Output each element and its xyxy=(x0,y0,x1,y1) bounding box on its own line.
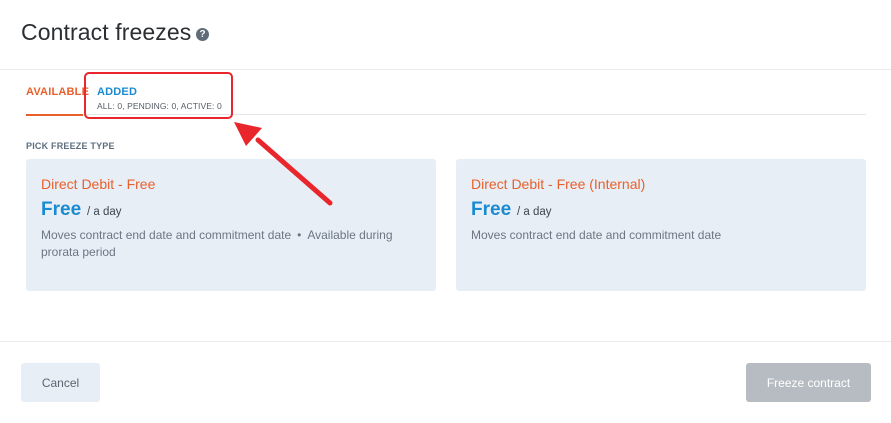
tab-available[interactable]: AVAILABLE xyxy=(26,70,90,116)
card-description-main: Moves contract end date and commitment d… xyxy=(471,228,722,242)
card-description: Moves contract end date and commitment d… xyxy=(471,227,851,244)
card-price-unit: / a day xyxy=(87,206,122,218)
modal-footer: Cancel Freeze contract xyxy=(0,341,891,423)
card-description: Moves contract end date and commitment d… xyxy=(41,227,421,261)
help-icon[interactable]: ? xyxy=(196,28,209,41)
arrow-head xyxy=(234,122,262,146)
freeze-type-card[interactable]: Direct Debit - Free Free / a day Moves c… xyxy=(26,159,436,291)
card-title: Direct Debit - Free (Internal) xyxy=(471,176,646,192)
card-price: Free xyxy=(41,199,82,220)
section-label: PICK FREEZE TYPE xyxy=(26,141,115,151)
page-title: Contract freezes xyxy=(21,19,192,45)
bullet-separator: • xyxy=(297,228,302,242)
active-tab-indicator xyxy=(26,114,83,116)
modal-header: Contract freezes ? xyxy=(0,0,891,70)
freeze-contract-button[interactable]: Freeze contract xyxy=(746,363,871,402)
card-price-unit: / a day xyxy=(517,206,552,218)
annotation-highlight-box xyxy=(84,72,233,119)
card-title: Direct Debit - Free xyxy=(41,176,156,192)
card-description-main: Moves contract end date and commitment d… xyxy=(41,228,292,242)
tab-available-label: AVAILABLE xyxy=(26,86,90,98)
freeze-type-card[interactable]: Direct Debit - Free (Internal) Free / a … xyxy=(456,159,866,291)
card-price: Free xyxy=(471,199,512,220)
cancel-button[interactable]: Cancel xyxy=(21,363,100,402)
